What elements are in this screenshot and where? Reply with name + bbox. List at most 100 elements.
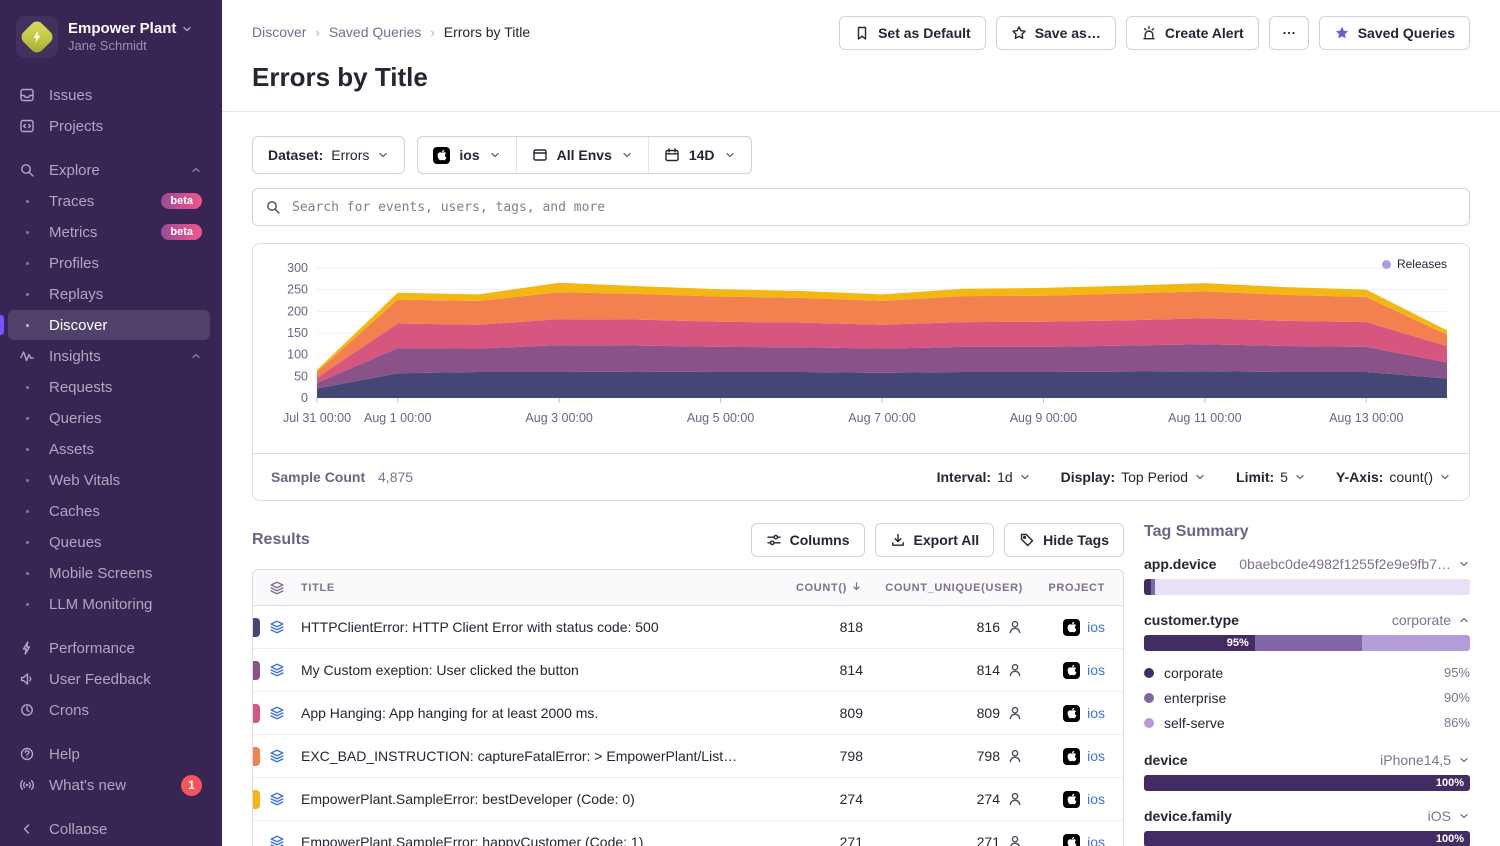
export-all-button[interactable]: Export All <box>875 523 995 557</box>
sidebar-item-requests[interactable]: Requests <box>8 372 210 402</box>
columns-button[interactable]: Columns <box>751 523 865 557</box>
apple-icon <box>1063 619 1080 636</box>
sample-count: Sample Count 4,875 <box>271 469 413 485</box>
sidebar-item-traces[interactable]: Tracesbeta <box>8 186 210 216</box>
sidebar-item-web-vitals[interactable]: Web Vitals <box>8 465 210 495</box>
sidebar-item-caches[interactable]: Caches <box>8 496 210 526</box>
sidebar-item-explore[interactable]: Explore <box>8 155 210 185</box>
sidebar-item-label: Profiles <box>49 255 99 272</box>
yaxis-selector[interactable]: Y-Axis:count() <box>1336 469 1451 485</box>
project-link[interactable]: ios <box>1087 791 1105 807</box>
sidebar-item-user-feedback[interactable]: User Feedback <box>8 664 210 694</box>
apple-icon <box>433 147 450 164</box>
tag-value-row[interactable]: self-serve86% <box>1144 710 1470 735</box>
sidebar-item-projects[interactable]: Projects <box>8 111 210 141</box>
search-input[interactable] <box>290 199 1457 216</box>
chevron-down-icon <box>724 149 736 161</box>
sidebar-item-queues[interactable]: Queues <box>8 527 210 557</box>
chevron-down-icon <box>1294 471 1306 483</box>
sidebar-item-insights[interactable]: Insights <box>8 341 210 371</box>
row-count-unique: 271 <box>863 834 1023 846</box>
row-title[interactable]: My Custom exeption: User clicked the but… <box>301 662 773 678</box>
chart-panel: Releases 050100150200250300Jul 31 00:00A… <box>252 243 1470 501</box>
bullet-icon <box>18 510 36 513</box>
project-link[interactable]: ios <box>1087 705 1105 721</box>
date-range-filter[interactable]: 14D <box>648 137 751 173</box>
sidebar-item-what-s-new[interactable]: What's new1 <box>8 770 210 800</box>
set-as-default-button[interactable]: Set as Default <box>839 16 986 50</box>
project-link[interactable]: ios <box>1087 834 1105 846</box>
chevron-down-icon <box>1194 471 1206 483</box>
tag-icon <box>1019 532 1035 548</box>
row-title[interactable]: EmpowerPlant.SampleError: happyCustomer … <box>301 834 773 846</box>
page-header: Discover › Saved Queries › Errors by Tit… <box>222 0 1500 112</box>
sidebar-item-replays[interactable]: Replays <box>8 279 210 309</box>
project-link[interactable]: ios <box>1087 748 1105 764</box>
sidebar-item-llm-monitoring[interactable]: LLM Monitoring <box>8 589 210 619</box>
project-link[interactable]: ios <box>1087 662 1105 678</box>
create-alert-button[interactable]: Create Alert <box>1126 16 1259 50</box>
sidebar-item-issues[interactable]: Issues <box>8 80 210 110</box>
breadcrumb-saved-queries[interactable]: Saved Queries <box>329 24 422 40</box>
row-count-unique: 816 <box>863 619 1023 635</box>
table-row: HTTPClientError: HTTP Client Error with … <box>253 606 1123 649</box>
sidebar-item-help[interactable]: Help <box>8 739 210 769</box>
sidebar-item-discover[interactable]: Discover <box>8 310 210 340</box>
sidebar-section: Issues Projects <box>0 80 222 142</box>
sidebar-item-label: What's new <box>49 777 126 794</box>
save-as-button[interactable]: Save as… <box>996 16 1116 50</box>
person-icon <box>1007 834 1023 846</box>
breadcrumb-discover[interactable]: Discover <box>252 24 306 40</box>
tag-value-row[interactable]: corporate95% <box>1144 660 1470 685</box>
sidebar-item-metrics[interactable]: Metricsbeta <box>8 217 210 247</box>
results-table: TITLE COUNT() COUNT_UNIQUE(USER) PROJECT… <box>252 569 1124 846</box>
column-header-count-unique[interactable]: COUNT_UNIQUE(USER) <box>863 582 1023 594</box>
svg-text:150: 150 <box>287 326 308 340</box>
help-icon <box>18 746 36 762</box>
saved-queries-button[interactable]: Saved Queries <box>1319 16 1470 50</box>
chevron-down-icon <box>377 149 389 161</box>
org-switcher[interactable]: Empower Plant Jane Schmidt <box>0 14 222 72</box>
sidebar-item-mobile-screens[interactable]: Mobile Screens <box>8 558 210 588</box>
sidebar-item-crons[interactable]: Crons <box>8 695 210 725</box>
chevron-down-icon[interactable] <box>1458 754 1470 766</box>
more-options-button[interactable] <box>1269 16 1309 50</box>
chevron-down-icon[interactable] <box>1458 558 1470 570</box>
row-title[interactable]: App Hanging: App hanging for at least 20… <box>301 705 773 721</box>
display-selector[interactable]: Display:Top Period <box>1061 469 1206 485</box>
row-title[interactable]: HTTPClientError: HTTP Client Error with … <box>301 619 773 635</box>
lightning-icon <box>18 640 36 656</box>
sidebar-item-label: Crons <box>49 702 89 719</box>
tag-value-percent: 95% <box>1444 665 1470 680</box>
chevron-down-icon[interactable] <box>1458 810 1470 822</box>
tag-value-row[interactable]: enterprise90% <box>1144 685 1470 710</box>
column-header-title[interactable]: TITLE <box>301 582 773 594</box>
sidebar-item-label: Issues <box>49 87 92 104</box>
project-filter[interactable]: ios <box>418 137 515 173</box>
environment-filter[interactable]: All Envs <box>516 137 648 173</box>
column-header-project[interactable]: PROJECT <box>1023 582 1123 594</box>
row-title[interactable]: EmpowerPlant.SampleError: bestDeveloper … <box>301 791 773 807</box>
segment-percent-label: 100% <box>1430 833 1470 845</box>
interval-selector[interactable]: Interval:1d <box>937 469 1031 485</box>
ellipsis-icon <box>1281 25 1297 41</box>
sidebar-item-collapse[interactable]: Collapse <box>8 814 210 834</box>
sidebar-item-label: User Feedback <box>49 671 151 688</box>
hide-tags-button[interactable]: Hide Tags <box>1004 523 1124 557</box>
row-title[interactable]: EXC_BAD_INSTRUCTION: captureFatalError: … <box>301 748 773 764</box>
project-link[interactable]: ios <box>1087 619 1105 635</box>
dataset-selector[interactable]: Dataset: Errors <box>252 136 405 174</box>
limit-selector[interactable]: Limit:5 <box>1236 469 1306 485</box>
calendar-icon <box>664 147 680 163</box>
apple-icon <box>1063 705 1080 722</box>
sidebar-item-profiles[interactable]: Profiles <box>8 248 210 278</box>
sidebar-item-performance[interactable]: Performance <box>8 633 210 663</box>
chart-legend[interactable]: Releases <box>1382 257 1447 271</box>
column-header-count[interactable]: COUNT() <box>773 580 863 596</box>
value-color-dot <box>1144 668 1154 678</box>
series-color-chip <box>252 618 260 637</box>
chevron-up-icon[interactable] <box>1458 614 1470 626</box>
row-project: ios <box>1023 705 1123 722</box>
sidebar-item-assets[interactable]: Assets <box>8 434 210 464</box>
sidebar-item-queries[interactable]: Queries <box>8 403 210 433</box>
